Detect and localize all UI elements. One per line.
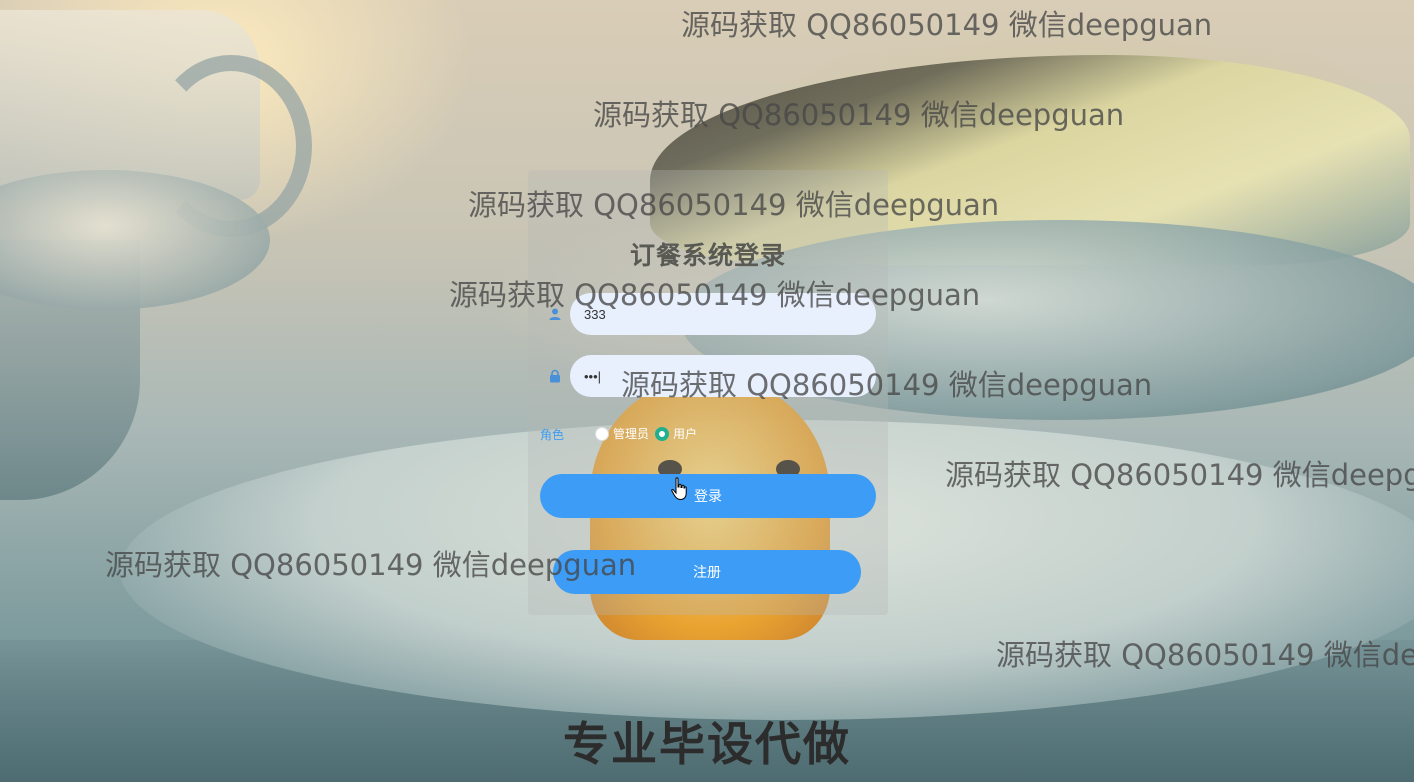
register-button-label: 注册 [693, 565, 721, 581]
login-title: 订餐系统登录 [629, 241, 786, 270]
hand-pointer-icon [671, 477, 687, 501]
role-radio-admin[interactable] [595, 426, 609, 441]
role-option-user-label[interactable]: 用户 [673, 425, 697, 442]
watermark-text: 源码获取 QQ86050149 微信deepguan [593, 98, 1125, 132]
lock-icon [550, 369, 560, 383]
role-option-admin-label[interactable]: 管理员 [613, 425, 649, 442]
watermark-text: 源码获取 QQ86050149 微信deepguan [621, 368, 1153, 402]
watermark-text: 源码获取 QQ86050149 微信de [996, 638, 1414, 672]
login-page: 订餐系统登录 •••| 角色 管理员 用户 登录 注册 源码获取 QQ86050… [0, 0, 1414, 782]
role-radio-group: 管理员 用户 [595, 425, 703, 442]
watermark-text: 源码获取 QQ86050149 微信deepguan [105, 548, 637, 582]
watermark-text: 源码获取 QQ86050149 微信deepguan [449, 278, 981, 312]
watermark-text: 源码获取 QQ86050149 微信deepguan [681, 8, 1213, 42]
login-button[interactable]: 登录 [540, 474, 876, 518]
role-label: 角色 [540, 428, 565, 442]
watermark-text: 源码获取 QQ86050149 微信deepg [945, 458, 1414, 492]
watermark-text: 源码获取 QQ86050149 微信deepguan [468, 188, 1000, 222]
bottom-caption: 专业毕设代做 [563, 717, 851, 771]
login-button-label: 登录 [694, 489, 722, 505]
role-radio-user[interactable] [655, 426, 670, 441]
